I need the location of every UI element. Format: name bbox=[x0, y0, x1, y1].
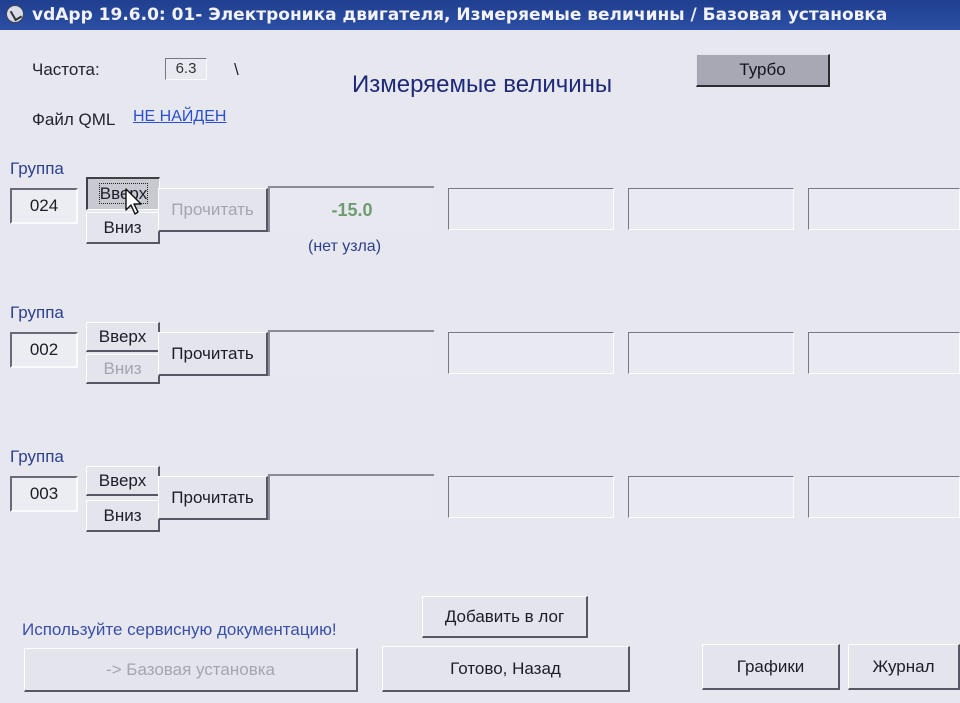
group-label: Группа bbox=[10, 303, 64, 322]
group-number-field[interactable]: 003 bbox=[10, 476, 78, 512]
title-bar: vdApp 19.6.0: 01- Электроника двигателя,… bbox=[0, 0, 960, 30]
value-cell bbox=[448, 188, 614, 230]
graphs-button[interactable]: Графики bbox=[702, 644, 840, 690]
app-icon bbox=[6, 5, 24, 23]
value-cell: -15.0 bbox=[268, 186, 434, 232]
frequency-label: Частота: bbox=[32, 60, 100, 79]
read-button[interactable]: Прочитать bbox=[158, 188, 268, 232]
group-label: Группа bbox=[10, 447, 64, 466]
value-cell bbox=[268, 330, 434, 376]
basic-setting-button[interactable]: -> Базовая установка bbox=[24, 648, 358, 692]
mouse-cursor-icon bbox=[125, 188, 142, 215]
page-title: Измеряемые величины bbox=[352, 71, 613, 98]
group-down-button[interactable]: Вниз bbox=[86, 212, 160, 244]
value-cell bbox=[448, 332, 614, 374]
group-number-field[interactable]: 002 bbox=[10, 332, 78, 368]
group-up-button[interactable]: Вверх bbox=[86, 466, 160, 496]
value-cell bbox=[448, 476, 614, 518]
read-button[interactable]: Прочитать bbox=[158, 332, 268, 376]
group-label: Группа bbox=[10, 159, 64, 178]
value-cell bbox=[268, 474, 434, 520]
group-up-button[interactable]: Вверх bbox=[86, 177, 160, 210]
frequency-indicator: \ bbox=[234, 60, 239, 79]
journal-button[interactable]: Журнал bbox=[848, 644, 960, 690]
qml-status-link[interactable]: НЕ НАЙДЕН bbox=[133, 108, 226, 126]
qml-file-label: Файл QML bbox=[32, 110, 116, 129]
window-title: vdApp 19.6.0: 01- Электроника двигателя,… bbox=[32, 5, 888, 25]
value-cell bbox=[628, 476, 794, 518]
status-note: (нет узла) bbox=[308, 238, 382, 255]
value-cell bbox=[628, 188, 794, 230]
service-doc-hint: Используйте сервисную документацию! bbox=[22, 620, 337, 639]
add-to-log-button[interactable]: Добавить в лог bbox=[422, 596, 588, 638]
value-cell bbox=[808, 476, 960, 518]
group-down-button[interactable]: Вниз bbox=[86, 354, 160, 384]
value-cell bbox=[808, 188, 960, 230]
frequency-value: 6.3 bbox=[165, 58, 207, 80]
read-button[interactable]: Прочитать bbox=[158, 476, 268, 520]
value-cell bbox=[808, 332, 960, 374]
group-up-button[interactable]: Вверх bbox=[86, 322, 160, 352]
group-down-button[interactable]: Вниз bbox=[86, 500, 160, 532]
turbo-button[interactable]: Турбо bbox=[696, 54, 830, 87]
value-cell bbox=[628, 332, 794, 374]
group-number-field[interactable]: 024 bbox=[10, 188, 78, 224]
done-back-button[interactable]: Готово, Назад bbox=[382, 646, 630, 692]
